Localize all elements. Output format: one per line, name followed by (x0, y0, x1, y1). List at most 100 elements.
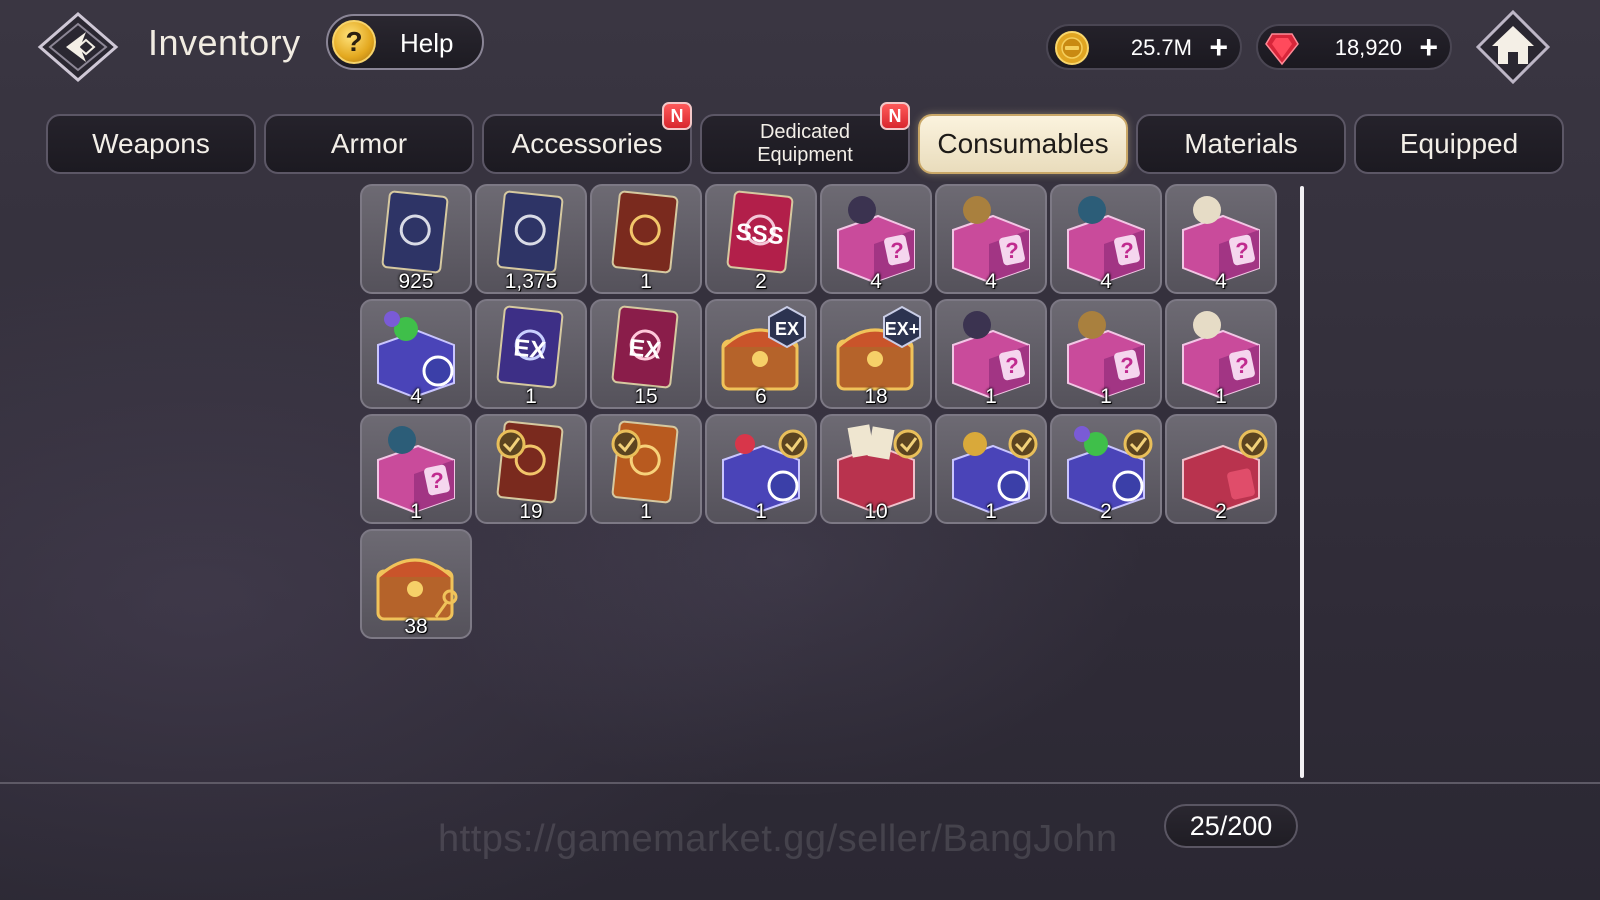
inventory-slot[interactable]: 38 (360, 529, 472, 639)
item-count: 4 (985, 270, 997, 293)
tab-label: Accessories (511, 128, 663, 159)
red-gem-icon (1265, 33, 1299, 66)
svg-text:SSS: SSS (734, 219, 785, 251)
inventory-slot[interactable]: SSS 2 (705, 184, 817, 294)
svg-text:?: ? (1235, 353, 1248, 378)
tab-accessories[interactable]: Accessories N (482, 102, 692, 174)
add-gem-button[interactable]: + (1419, 29, 1438, 65)
inventory-slot[interactable]: 2 (1165, 414, 1277, 524)
scrollbar[interactable] (1300, 186, 1304, 778)
svg-text:?: ? (1120, 238, 1133, 263)
inventory-slot[interactable]: EX 15 (590, 299, 702, 409)
svg-text:EX+: EX+ (885, 319, 920, 339)
item-count: 925 (398, 270, 434, 293)
svg-text:EX: EX (512, 334, 547, 364)
item-count: 1 (525, 385, 537, 408)
inventory-slot[interactable]: 1 (590, 414, 702, 524)
tab-label: Materials (1184, 128, 1298, 159)
inventory-slot[interactable]: ? 1 (1165, 299, 1277, 409)
item-count: 15 (634, 385, 658, 408)
inventory-slot[interactable]: 1,375 (475, 184, 587, 294)
inventory-slot[interactable]: ? 1 (935, 299, 1047, 409)
item-count: 1 (985, 500, 997, 523)
item-count: 38 (404, 615, 428, 638)
item-count: 1 (1100, 385, 1112, 408)
inventory-slot[interactable]: 925 (360, 184, 472, 294)
item-count: 1,375 (504, 270, 558, 293)
item-count: 1 (755, 500, 767, 523)
gem-currency: 18,920 + (1256, 24, 1452, 70)
help-button[interactable]: ? Help (326, 14, 484, 70)
inventory-slot[interactable]: 4 (360, 299, 472, 409)
inventory-slot[interactable]: ? 4 (820, 184, 932, 294)
tab-label: Dedicated Equipment (757, 121, 853, 166)
gold-currency: 25.7M + (1046, 24, 1242, 70)
inventory-slot[interactable]: ? 4 (1165, 184, 1277, 294)
svg-text:?: ? (1235, 238, 1248, 263)
inventory-slot[interactable]: EX+ 18 (820, 299, 932, 409)
svg-text:?: ? (1005, 238, 1018, 263)
item-count: 1 (640, 270, 652, 293)
item-count: 4 (410, 385, 422, 408)
svg-text:?: ? (1005, 353, 1018, 378)
gold-coin-icon (1055, 31, 1089, 65)
inventory-slot[interactable]: 10 (820, 414, 932, 524)
gold-value: 25.7M (1130, 35, 1192, 60)
item-count: 6 (755, 385, 767, 408)
tab-consumables[interactable]: Consumables (918, 114, 1128, 174)
item-count: 4 (1100, 270, 1112, 293)
inventory-slot[interactable]: 19 (475, 414, 587, 524)
tab-armor[interactable]: Armor (264, 114, 474, 174)
back-button[interactable] (36, 10, 120, 84)
item-count: 1 (985, 385, 997, 408)
back-diamond-icon (37, 12, 119, 82)
new-badge: N (662, 102, 692, 130)
inventory-slot[interactable]: ? 4 (935, 184, 1047, 294)
tab-materials[interactable]: Materials (1136, 114, 1346, 174)
home-icon (1475, 9, 1551, 85)
tab-label: Equipped (1399, 128, 1519, 159)
svg-text:EX: EX (627, 334, 662, 364)
question-icon: ? (332, 20, 376, 64)
new-badge: N (880, 102, 910, 130)
item-count: 2 (1100, 500, 1112, 523)
item-count: 2 (755, 270, 767, 293)
add-gold-button[interactable]: + (1209, 29, 1228, 65)
tab-weapons[interactable]: Weapons (46, 114, 256, 174)
item-count: 18 (864, 385, 888, 408)
inventory-capacity: 25/200 (1164, 804, 1298, 848)
inventory-slot[interactable]: 1 (705, 414, 817, 524)
tab-dedicated-equipment[interactable]: Dedicated Equipment N (700, 102, 910, 174)
item-count: 10 (864, 500, 888, 523)
inventory-slot[interactable]: 1 (590, 184, 702, 294)
inventory-slot[interactable]: ? 1 (1050, 299, 1162, 409)
item-count: 1 (410, 500, 422, 523)
inventory-slot[interactable]: EX 1 (475, 299, 587, 409)
svg-text:EX: EX (775, 319, 799, 339)
item-grid: 925 1,375 1 SSS 2? 4? 4? 4? 4 4 EX 1 EX 15 EX 6 EX+ 18? 1?… (360, 184, 1300, 774)
item-count: 4 (870, 270, 882, 293)
page-title: Inventory (148, 22, 301, 63)
item-count: 1 (640, 500, 652, 523)
tab-label: Consumables (937, 128, 1109, 159)
inventory-slot[interactable]: ? 1 (360, 414, 472, 524)
inventory-slot[interactable]: 1 (935, 414, 1047, 524)
footer-divider (0, 782, 1600, 784)
help-label: Help (400, 28, 454, 58)
gem-value: 18,920 (1334, 35, 1402, 60)
home-button[interactable] (1475, 9, 1551, 85)
tab-equipped[interactable]: Equipped (1354, 114, 1564, 174)
tab-label: Weapons (92, 128, 210, 159)
item-count: 19 (519, 500, 543, 523)
svg-text:?: ? (430, 468, 443, 493)
watermark: https://gamemarket.gg/seller/BangJohn (438, 818, 1118, 860)
item-count: 2 (1215, 500, 1227, 523)
inventory-slot[interactable]: ? 4 (1050, 184, 1162, 294)
inventory-slot[interactable]: EX 6 (705, 299, 817, 409)
tab-label: Armor (330, 128, 408, 159)
item-count: 4 (1215, 270, 1227, 293)
item-count: 1 (1215, 385, 1227, 408)
inventory-slot[interactable]: 2 (1050, 414, 1162, 524)
svg-text:?: ? (1120, 353, 1133, 378)
svg-text:?: ? (890, 238, 903, 263)
